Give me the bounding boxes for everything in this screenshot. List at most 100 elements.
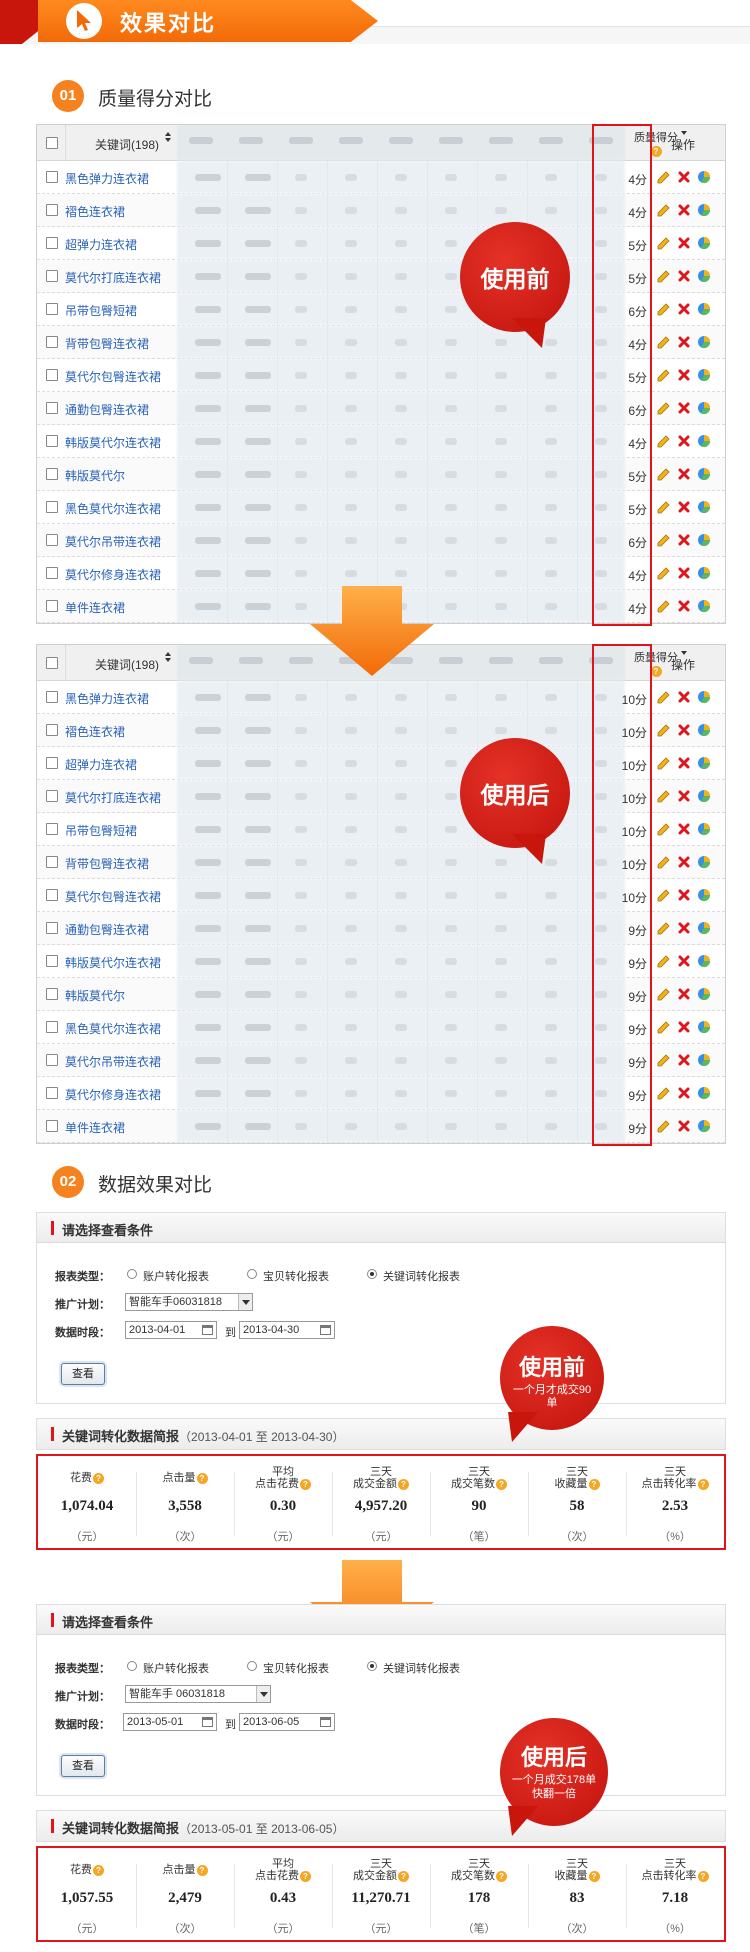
chart-icon[interactable] xyxy=(697,954,711,968)
help-icon[interactable]: ? xyxy=(650,665,662,677)
edit-icon[interactable] xyxy=(657,170,671,184)
edit-icon[interactable] xyxy=(657,302,671,316)
edit-icon[interactable] xyxy=(657,1119,671,1133)
chart-icon[interactable] xyxy=(697,203,711,217)
keyword-link[interactable]: 莫代尔修身连衣裙 xyxy=(65,566,161,583)
edit-icon[interactable] xyxy=(657,954,671,968)
keyword-link[interactable]: 黑色弹力连衣裙 xyxy=(65,690,149,707)
chart-icon[interactable] xyxy=(697,789,711,803)
row-checkbox[interactable] xyxy=(46,757,58,769)
calendar-icon[interactable] xyxy=(320,1717,331,1727)
row-checkbox[interactable] xyxy=(46,534,58,546)
chart-icon[interactable] xyxy=(697,335,711,349)
chart-icon[interactable] xyxy=(697,302,711,316)
row-checkbox[interactable] xyxy=(46,600,58,612)
row-checkbox[interactable] xyxy=(46,369,58,381)
edit-icon[interactable] xyxy=(657,1053,671,1067)
help-icon[interactable]: ? xyxy=(398,1870,409,1882)
chart-icon[interactable] xyxy=(697,921,711,935)
row-checkbox[interactable] xyxy=(46,435,58,447)
row-checkbox[interactable] xyxy=(46,790,58,802)
calendar-icon[interactable] xyxy=(320,1325,331,1335)
help-icon[interactable]: ? xyxy=(697,1478,709,1490)
chart-icon[interactable] xyxy=(697,533,711,547)
calendar-icon[interactable] xyxy=(202,1325,213,1335)
chart-icon[interactable] xyxy=(697,855,711,869)
delete-icon[interactable] xyxy=(677,888,691,902)
row-checkbox[interactable] xyxy=(46,724,58,736)
keyword-link[interactable]: 褶色连衣裙 xyxy=(65,203,125,220)
row-checkbox[interactable] xyxy=(46,567,58,579)
delete-icon[interactable] xyxy=(677,434,691,448)
help-icon[interactable]: ? xyxy=(588,1870,600,1882)
keyword-link[interactable]: 黑色莫代尔连衣裙 xyxy=(65,500,161,517)
delete-icon[interactable] xyxy=(677,566,691,580)
chart-icon[interactable] xyxy=(697,888,711,902)
keyword-link[interactable]: 韩版莫代尔 xyxy=(65,987,125,1004)
edit-icon[interactable] xyxy=(657,1020,671,1034)
keyword-column-header[interactable]: 关键词(198) xyxy=(95,136,159,153)
row-checkbox[interactable] xyxy=(46,237,58,249)
edit-icon[interactable] xyxy=(657,690,671,704)
delete-icon[interactable] xyxy=(677,467,691,481)
chart-icon[interactable] xyxy=(697,599,711,613)
delete-icon[interactable] xyxy=(677,789,691,803)
row-checkbox[interactable] xyxy=(46,303,58,315)
edit-icon[interactable] xyxy=(657,434,671,448)
delete-icon[interactable] xyxy=(677,1086,691,1100)
chart-icon[interactable] xyxy=(697,170,711,184)
row-checkbox[interactable] xyxy=(46,270,58,282)
help-icon[interactable]: ? xyxy=(300,1870,311,1882)
chart-icon[interactable] xyxy=(697,467,711,481)
edit-icon[interactable] xyxy=(657,756,671,770)
row-checkbox[interactable] xyxy=(46,955,58,967)
keyword-link[interactable]: 莫代尔吊带连衣裙 xyxy=(65,533,161,550)
chart-icon[interactable] xyxy=(697,269,711,283)
query-button[interactable]: 查看 xyxy=(61,1363,105,1385)
delete-icon[interactable] xyxy=(677,822,691,836)
delete-icon[interactable] xyxy=(677,599,691,613)
sort-icon[interactable] xyxy=(165,138,171,142)
edit-icon[interactable] xyxy=(657,987,671,1001)
delete-icon[interactable] xyxy=(677,1119,691,1133)
row-checkbox[interactable] xyxy=(46,501,58,513)
sort-icon[interactable] xyxy=(165,658,171,662)
chart-icon[interactable] xyxy=(697,822,711,836)
calendar-icon[interactable] xyxy=(202,1717,213,1727)
edit-icon[interactable] xyxy=(657,368,671,382)
delete-icon[interactable] xyxy=(677,533,691,547)
keyword-link[interactable]: 吊带包臀短裙 xyxy=(65,822,137,839)
help-icon[interactable]: ? xyxy=(588,1478,600,1490)
row-checkbox[interactable] xyxy=(46,468,58,480)
help-icon[interactable]: ? xyxy=(650,145,662,157)
sort-icon[interactable] xyxy=(165,652,171,656)
chart-icon[interactable] xyxy=(697,401,711,415)
chart-icon[interactable] xyxy=(697,987,711,1001)
delete-icon[interactable] xyxy=(677,987,691,1001)
radio-account-report[interactable] xyxy=(127,1661,137,1671)
delete-icon[interactable] xyxy=(677,335,691,349)
row-checkbox[interactable] xyxy=(46,922,58,934)
delete-icon[interactable] xyxy=(677,401,691,415)
date-to-input[interactable]: 2013-04-30 xyxy=(239,1321,335,1339)
chart-icon[interactable] xyxy=(697,1053,711,1067)
date-from-input[interactable]: 2013-04-01 xyxy=(125,1321,217,1339)
sort-icon[interactable] xyxy=(681,651,687,655)
edit-icon[interactable] xyxy=(657,269,671,283)
keyword-link[interactable]: 通勤包臀连衣裙 xyxy=(65,921,149,938)
edit-icon[interactable] xyxy=(657,855,671,869)
edit-icon[interactable] xyxy=(657,599,671,613)
chart-icon[interactable] xyxy=(697,723,711,737)
row-checkbox[interactable] xyxy=(46,823,58,835)
row-checkbox[interactable] xyxy=(46,1087,58,1099)
row-checkbox[interactable] xyxy=(46,988,58,1000)
edit-icon[interactable] xyxy=(657,723,671,737)
edit-icon[interactable] xyxy=(657,822,671,836)
delete-icon[interactable] xyxy=(677,921,691,935)
select-all-checkbox[interactable] xyxy=(46,657,58,669)
help-icon[interactable]: ? xyxy=(496,1478,507,1490)
help-icon[interactable]: ? xyxy=(93,1864,104,1876)
chart-icon[interactable] xyxy=(697,434,711,448)
delete-icon[interactable] xyxy=(677,500,691,514)
date-to-input[interactable]: 2013-06-05 xyxy=(239,1713,335,1731)
